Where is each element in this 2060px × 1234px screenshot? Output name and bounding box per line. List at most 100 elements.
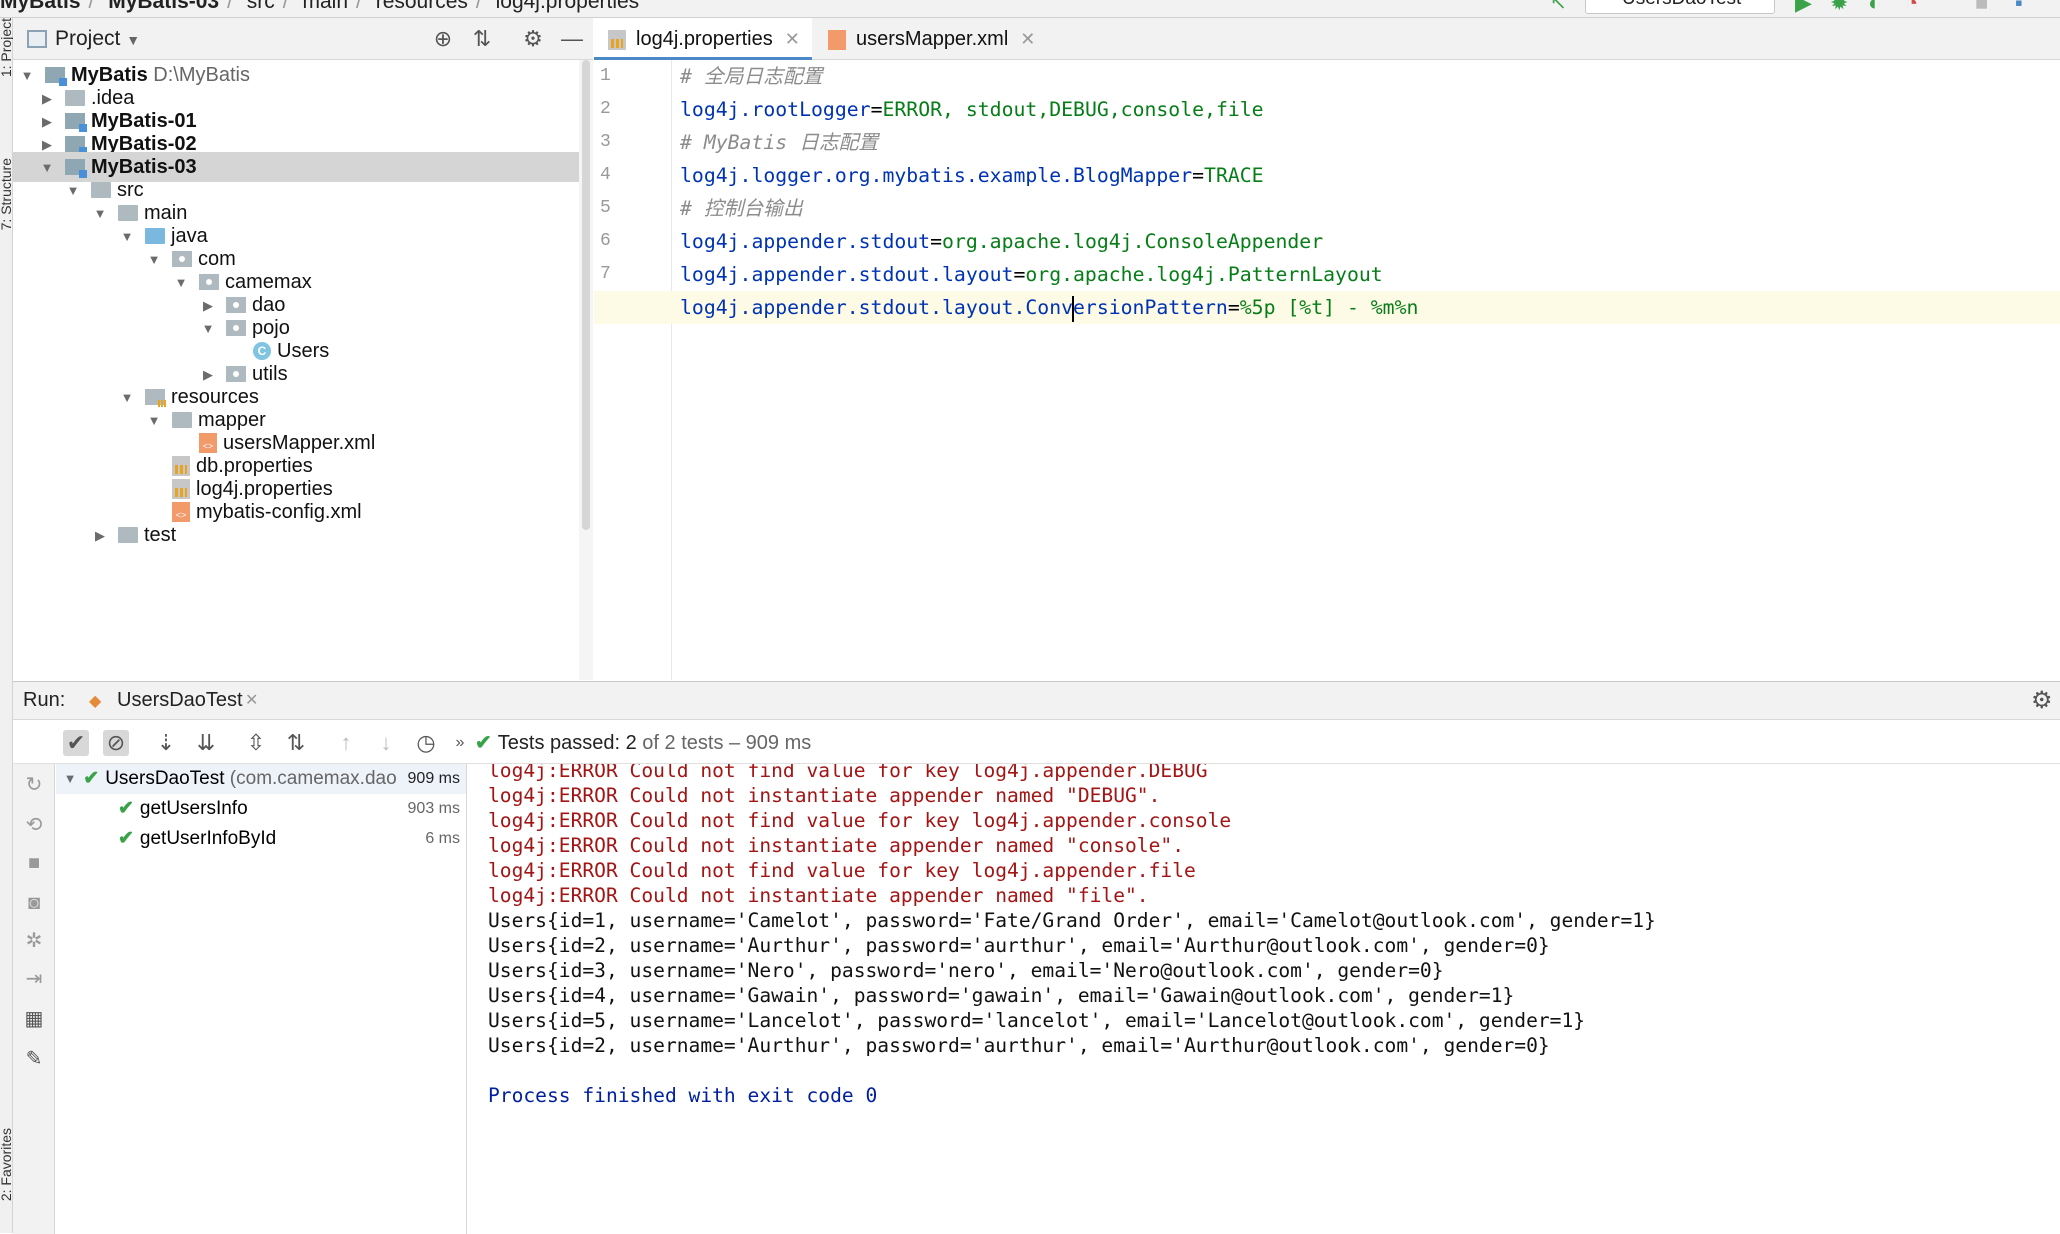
check-icon: ✔ <box>475 732 492 754</box>
xml-file-icon: <> <box>172 501 190 522</box>
stop-icon[interactable]: ■ <box>21 850 47 876</box>
line-number: 7 <box>600 264 611 284</box>
navigation-bar: MyBatis / MyBatis-03/ src / main / resource… <box>0 0 2060 18</box>
breadcrumb: MyBatis / MyBatis-03/ src / main / resource… <box>0 0 639 14</box>
code-line[interactable]: # 控制台输出 <box>680 192 803 225</box>
test-results-tree: ▼ ✔ UsersDaoTest (com.camemax.dao 909 ms ✔… <box>56 764 467 1234</box>
console-output[interactable]: log4j:ERROR Could not find value for key… <box>468 764 2060 1234</box>
stop-icon[interactable]: ■ <box>1975 0 1988 16</box>
sort-alphabetically-icon[interactable]: ⇣ <box>153 730 179 756</box>
back-arrow-icon[interactable]: ↖ <box>1550 0 1567 15</box>
project-scrollbar[interactable] <box>579 60 593 680</box>
close-tab-icon[interactable]: ✕ <box>1020 29 1035 49</box>
locate-file-icon[interactable]: ⊕ <box>431 27 455 51</box>
breadcrumb-item[interactable]: log4j.properties <box>496 0 640 13</box>
coverage-icon[interactable]: ◐ <box>1868 0 1881 16</box>
test-config-icon: ◆ <box>89 693 102 710</box>
hide-panel-icon[interactable]: — <box>560 27 584 51</box>
properties-file-icon <box>172 478 190 499</box>
code-line[interactable]: log4j.rootLogger=ERROR, stdout,DEBUG,con… <box>680 93 1264 126</box>
pin-icon[interactable]: ✎ <box>21 1046 47 1072</box>
project-panel-header: Project ▼ ⊕ ⇅ ⚙ — <box>13 18 593 60</box>
collapse-all-icon[interactable]: ⇅ <box>283 730 309 756</box>
xml-file-icon: <> <box>199 432 217 453</box>
favorites-tool-tab[interactable]: 2: Favorites <box>0 1128 14 1201</box>
tab-log4j-properties[interactable]: log4j.properties ✕ <box>594 18 812 60</box>
show-ignored-icon[interactable]: ⊘ <box>103 730 129 756</box>
line-number: 4 <box>600 165 611 185</box>
breadcrumb-item[interactable]: resources <box>376 0 468 13</box>
export-icon[interactable]: ⇥ <box>21 966 47 992</box>
breadcrumb-item[interactable]: main <box>302 0 348 13</box>
gear-icon[interactable]: ⚙ <box>2031 686 2053 715</box>
test-case-node[interactable]: ✔ getUserInfoById 6 ms <box>56 824 466 854</box>
run-panel: Run: ◆ UsersDaoTest ✕ ⚙ ▶ ↻ ⟲ ■ ◙ ✲ ⇥ ▦ … <box>13 681 2060 1234</box>
previous-failed-icon[interactable]: ↑ <box>333 730 359 756</box>
line-number: 5 <box>600 198 611 218</box>
breadcrumb-item[interactable]: src <box>247 0 275 13</box>
code-area[interactable]: # 全局日志配置 log4j.rootLogger=ERROR, stdout,… <box>594 60 2060 680</box>
close-tab-icon[interactable]: ✕ <box>785 29 800 49</box>
breadcrumb-item[interactable]: MyBatis <box>0 0 81 13</box>
project-view-icon <box>27 30 47 48</box>
project-tool-tab[interactable]: 1: Project <box>0 18 14 77</box>
gear-icon[interactable]: ⚙ <box>521 27 545 51</box>
test-case-node[interactable]: ✔ getUsersInfo 903 ms <box>56 794 466 824</box>
check-icon: ✔ <box>118 828 134 849</box>
run-side-toolbar: ▶ ↻ ⟲ ■ ◙ ✲ ⇥ ▦ ✎ <box>13 720 55 1234</box>
camera-icon[interactable]: ◙ <box>21 890 47 916</box>
test-toolbar: ✔ ⊘ ⇣ ⇊ ⇳ ⇅ ↑ ↓ ◷ » ✔ Tests passed: 2 of … <box>13 720 2060 764</box>
project-tree: ▼ MyBatis D:\MyBatis ▶ .idea ▶ MyBatis-01 ▶… <box>13 60 579 680</box>
run-config-select[interactable]: UsersDaoTest <box>1585 0 1775 14</box>
show-passed-icon[interactable]: ✔ <box>63 730 89 756</box>
test-suite-node[interactable]: ▼ ✔ UsersDaoTest (com.camemax.dao 909 ms <box>56 764 466 794</box>
run-label: Run: <box>23 689 66 711</box>
code-line[interactable]: log4j.appender.stdout.layout.ConversionP… <box>680 291 1418 324</box>
code-line[interactable]: log4j.logger.org.mybatis.example.BlogMap… <box>680 159 1264 192</box>
line-number-gutter: 1 2 3 4 5 6 7 8 <box>594 60 672 680</box>
tab-usersmapper-xml[interactable]: usersMapper.xml ✕ <box>814 18 1035 60</box>
left-tool-strip: 1: Project 7: Structure 2: Favorites <box>0 18 14 1233</box>
toggle-auto-test-icon[interactable]: ⟲ <box>21 812 47 838</box>
collapse-all-icon[interactable]: ⇅ <box>470 27 494 51</box>
editor-tabs: log4j.properties ✕ usersMapper.xml ✕ <box>594 18 2060 60</box>
code-line[interactable]: # MyBatis 日志配置 <box>680 126 878 159</box>
more-icon[interactable]: » <box>447 730 473 756</box>
line-number: 3 <box>600 132 611 152</box>
properties-file-icon <box>608 30 626 50</box>
structure-tool-tab[interactable]: 7: Structure <box>0 158 14 230</box>
profile-icon[interactable]: ◔ <box>1905 0 1918 16</box>
code-line[interactable]: # 全局日志配置 <box>680 60 823 93</box>
debug-icon[interactable]: ✹ <box>1830 0 1848 16</box>
settings-icon[interactable]: ✲ <box>21 928 47 954</box>
check-icon: ✔ <box>118 798 134 819</box>
test-status: ✔ Tests passed: 2 of 2 tests – 909 ms <box>475 732 812 754</box>
expand-all-icon[interactable]: ⇳ <box>243 730 269 756</box>
build-icon[interactable]: ▪ <box>2015 0 2023 16</box>
class-icon: C <box>253 341 271 360</box>
layout-icon[interactable]: ▦ <box>21 1006 47 1032</box>
line-number: 2 <box>600 99 611 119</box>
run-panel-header: Run: ◆ UsersDaoTest ✕ ⚙ <box>13 682 2060 720</box>
check-icon: ✔ <box>83 768 100 790</box>
run-tab-usersdaotest[interactable]: UsersDaoTest <box>117 689 243 712</box>
project-panel: Project ▼ ⊕ ⇅ ⚙ — ▼ MyBatis D:\MyBatis ▶.… <box>13 18 593 680</box>
test-history-icon[interactable]: ◷ <box>413 730 439 756</box>
xml-file-icon <box>828 30 846 50</box>
code-line[interactable]: log4j.appender.stdout=org.apache.log4j.C… <box>680 225 1323 258</box>
sort-by-duration-icon[interactable]: ⇊ <box>193 730 219 756</box>
console-line: Process finished with exit code 0 <box>488 1084 878 1107</box>
close-tab-icon[interactable]: ✕ <box>245 690 258 710</box>
tree-node-test[interactable]: ▶ test <box>13 520 579 550</box>
line-number: 1 <box>600 66 611 86</box>
properties-file-icon <box>172 455 190 476</box>
line-number: 6 <box>600 231 611 251</box>
editor-panel: log4j.properties ✕ usersMapper.xml ✕ 1 2 3… <box>594 18 2060 680</box>
next-failed-icon[interactable]: ↓ <box>373 730 399 756</box>
console-line: Users{id=2, username='Aurthur', password… <box>488 1034 1550 1057</box>
code-line[interactable]: log4j.appender.stdout.layout=org.apache.… <box>680 258 1383 291</box>
project-view-selector[interactable]: Project ▼ <box>55 27 140 51</box>
rerun-failed-icon[interactable]: ↻ <box>21 772 47 798</box>
breadcrumb-item[interactable]: MyBatis-03 <box>108 0 219 13</box>
run-icon[interactable]: ▶ <box>1795 0 1812 16</box>
